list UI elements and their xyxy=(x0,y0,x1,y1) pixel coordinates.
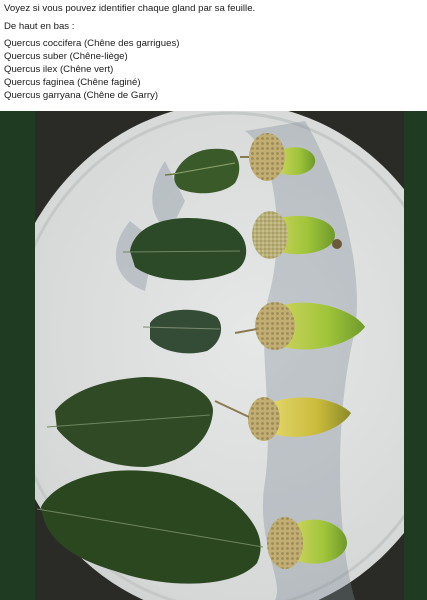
acorn-photo[interactable] xyxy=(35,111,404,600)
species-item-3: Quercus ilex (Chêne vert) xyxy=(4,64,114,75)
species-item-1: Quercus coccifera (Chêne des garrigues) xyxy=(4,38,180,49)
species-item-5: Quercus garryana (Chêne de Garry) xyxy=(4,90,159,101)
species-list: Quercus coccifera (Chêne des garrigues) … xyxy=(4,37,179,102)
post-intro: Voyez si vous pouvez identifier chaque g… xyxy=(4,3,256,14)
species-item-4: Quercus faginea (Chêne faginé) xyxy=(4,77,141,88)
photo-frame[interactable] xyxy=(0,111,427,600)
post-subhead: De haut en bas : xyxy=(4,21,75,32)
species-item-2: Quercus suber (Chêne-liège) xyxy=(4,51,128,62)
